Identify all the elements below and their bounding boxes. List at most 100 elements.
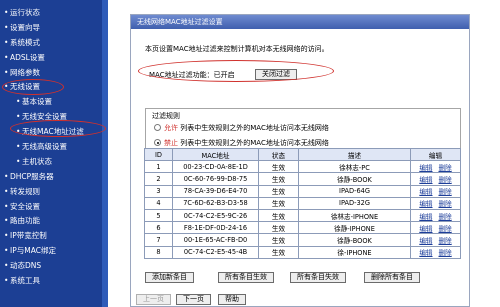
delete-link[interactable]: 删除 — [439, 237, 452, 245]
edit-link[interactable]: 编辑 — [419, 249, 432, 257]
next-page-button[interactable]: 下一页 — [176, 294, 211, 305]
row-mac: 78-CA-39-D6-E4-70 — [172, 184, 259, 198]
deny-keyword: 禁止 — [164, 139, 178, 147]
row-mac: F8-1E-DF-0D-24-16 — [172, 221, 259, 235]
row-desc: 徐林志-PC — [298, 160, 411, 174]
help-button[interactable]: 帮助 — [218, 294, 246, 305]
disable-all-button[interactable]: 所有条目失效 — [290, 272, 346, 283]
col-edit: 编辑 — [410, 147, 461, 162]
table-row: 5 0C-74-C2-E5-9C-26 生效 徐林志-IPHONE 编辑 删除 — [144, 208, 461, 223]
sidebar-menu: • 运行状态 • 设置向导 • 系统模式 • ADSL设置 • 网络参数 • 无线设置 • 基… — [0, 6, 102, 289]
row-status: 生效 — [258, 172, 299, 186]
edit-link[interactable]: 编辑 — [419, 188, 432, 196]
sidebar-item-dhcp[interactable]: • DHCP服务器 — [0, 170, 102, 185]
row-desc: 徐静-IPHONE — [298, 221, 411, 235]
panel-intro: 本页设置MAC地址过滤来控制计算机对本无线网络的访问。 — [145, 45, 329, 53]
highlight-oval-filter-status — [138, 60, 334, 82]
sidebar-item-wizard[interactable]: • 设置向导 — [0, 21, 102, 36]
sidebar: • 运行状态 • 设置向导 • 系统模式 • ADSL设置 • 网络参数 • 无线设置 • 基… — [0, 0, 108, 307]
delete-link[interactable]: 删除 — [439, 225, 452, 233]
sidebar-item-adsl[interactable]: • ADSL设置 — [0, 51, 102, 66]
row-actions: 编辑 删除 — [410, 221, 461, 235]
delete-link[interactable]: 删除 — [439, 164, 452, 172]
row-desc: IPAD-32G — [298, 196, 411, 210]
sidebar-item-network[interactable]: • 网络参数 — [0, 66, 102, 81]
highlight-circle-wireless — [2, 79, 64, 95]
delete-link[interactable]: 删除 — [439, 188, 452, 196]
delete-link[interactable]: 删除 — [439, 176, 452, 184]
row-status: 生效 — [258, 233, 299, 247]
allow-keyword: 允许 — [164, 124, 178, 132]
sidebar-item-wireless-advanced[interactable]: • 无线高级设置 — [0, 140, 102, 155]
add-entry-button[interactable]: 添加新条目 — [145, 272, 194, 283]
mac-filter-table: ID MAC地址 状态 描述 编辑 1 00-23-CD-0A-8E-1D 生效… — [144, 147, 461, 259]
sidebar-item-system-mode[interactable]: • 系统模式 — [0, 36, 102, 51]
edit-link[interactable]: 编辑 — [419, 176, 432, 184]
allow-radio[interactable] — [154, 124, 161, 131]
row-desc: IPAD-64G — [298, 184, 411, 198]
filter-rules-title: 过滤规则 — [152, 112, 180, 120]
rule-option-deny[interactable]: 禁止 列表中生效规则之外的MAC地址访问本无线网络 — [154, 138, 329, 148]
table-row: 4 7C-6D-62-B3-D3-58 生效 IPAD-32G 编辑 删除 — [144, 196, 461, 210]
table-row: 2 0C-60-76-99-D8-75 生效 徐静-BOOK 编辑 删除 — [144, 172, 461, 186]
edit-link[interactable]: 编辑 — [419, 225, 432, 233]
row-status: 生效 — [258, 184, 299, 198]
col-id: ID — [144, 147, 173, 162]
row-desc: 徐静-BOOK — [298, 233, 411, 247]
row-actions: 编辑 删除 — [410, 196, 461, 210]
table-row: 6 F8-1E-DF-0D-24-16 生效 徐静-IPHONE 编辑 删除 — [144, 221, 461, 235]
row-actions: 编辑 删除 — [410, 208, 461, 223]
sidebar-item-bandwidth[interactable]: • IP带宽控制 — [0, 229, 102, 244]
row-desc: 徐-IPHONE — [298, 245, 411, 259]
delete-link[interactable]: 删除 — [439, 200, 452, 208]
row-id: 3 — [144, 184, 173, 198]
sidebar-item-basic[interactable]: • 基本设置 — [0, 95, 102, 110]
table-row: 1 00-23-CD-0A-8E-1D 生效 徐林志-PC 编辑 删除 — [144, 160, 461, 174]
deny-radio[interactable] — [154, 139, 161, 146]
prev-page-button[interactable]: 上一页 — [136, 294, 171, 305]
delete-all-button[interactable]: 删除所有条目 — [364, 272, 420, 283]
row-mac: 00-1E-65-AC-FB-D0 — [172, 233, 259, 247]
row-actions: 编辑 删除 — [410, 160, 461, 174]
col-desc: 描述 — [298, 147, 411, 162]
row-mac: 7C-6D-62-B3-D3-58 — [172, 196, 259, 210]
table-row: 3 78-CA-39-D6-E4-70 生效 IPAD-64G 编辑 删除 — [144, 184, 461, 198]
row-actions: 编辑 删除 — [410, 233, 461, 247]
enable-all-button[interactable]: 所有条目生效 — [218, 272, 274, 283]
allow-text: 列表中生效规则之外的MAC地址访问本无线网络 — [180, 124, 329, 132]
sidebar-item-routing[interactable]: • 路由功能 — [0, 214, 102, 229]
sidebar-item-host-status[interactable]: • 主机状态 — [0, 155, 102, 170]
delete-link[interactable]: 删除 — [439, 213, 452, 221]
panel-title: 无线网络MAC地址过滤设置 — [131, 15, 469, 29]
row-status: 生效 — [258, 160, 299, 174]
edit-link[interactable]: 编辑 — [419, 200, 432, 208]
row-status: 生效 — [258, 208, 299, 223]
row-mac: 0C-60-76-99-D8-75 — [172, 172, 259, 186]
sidebar-item-ddns[interactable]: • 动态DNS — [0, 259, 102, 274]
sidebar-item-ip-mac-binding[interactable]: • IP与MAC绑定 — [0, 244, 102, 259]
rule-option-allow[interactable]: 允许 列表中生效规则之外的MAC地址访问本无线网络 — [154, 123, 329, 133]
edit-link[interactable]: 编辑 — [419, 164, 432, 172]
row-mac: 00-23-CD-0A-8E-1D — [172, 160, 259, 174]
row-id: 1 — [144, 160, 173, 174]
highlight-circle-mac-filter — [10, 120, 106, 137]
row-actions: 编辑 删除 — [410, 184, 461, 198]
row-id: 4 — [144, 196, 173, 210]
row-actions: 编辑 删除 — [410, 245, 461, 259]
row-status: 生效 — [258, 196, 299, 210]
deny-text: 列表中生效规则之外的MAC地址访问本无线网络 — [180, 139, 329, 147]
row-id: 8 — [144, 245, 173, 259]
col-status: 状态 — [258, 147, 299, 162]
row-actions: 编辑 删除 — [410, 172, 461, 186]
table-header-row: ID MAC地址 状态 描述 编辑 — [144, 147, 461, 162]
row-mac: 0C-74-C2-E5-9C-26 — [172, 208, 259, 223]
row-status: 生效 — [258, 245, 299, 259]
sidebar-item-forwarding[interactable]: • 转发规则 — [0, 185, 102, 200]
sidebar-item-security[interactable]: • 安全设置 — [0, 200, 102, 215]
edit-link[interactable]: 编辑 — [419, 237, 432, 245]
sidebar-item-system-tools[interactable]: • 系统工具 — [0, 274, 102, 289]
edit-link[interactable]: 编辑 — [419, 213, 432, 221]
sidebar-item-status[interactable]: • 运行状态 — [0, 6, 102, 21]
delete-link[interactable]: 删除 — [439, 249, 452, 257]
table-row: 7 00-1E-65-AC-FB-D0 生效 徐静-BOOK 编辑 删除 — [144, 233, 461, 247]
